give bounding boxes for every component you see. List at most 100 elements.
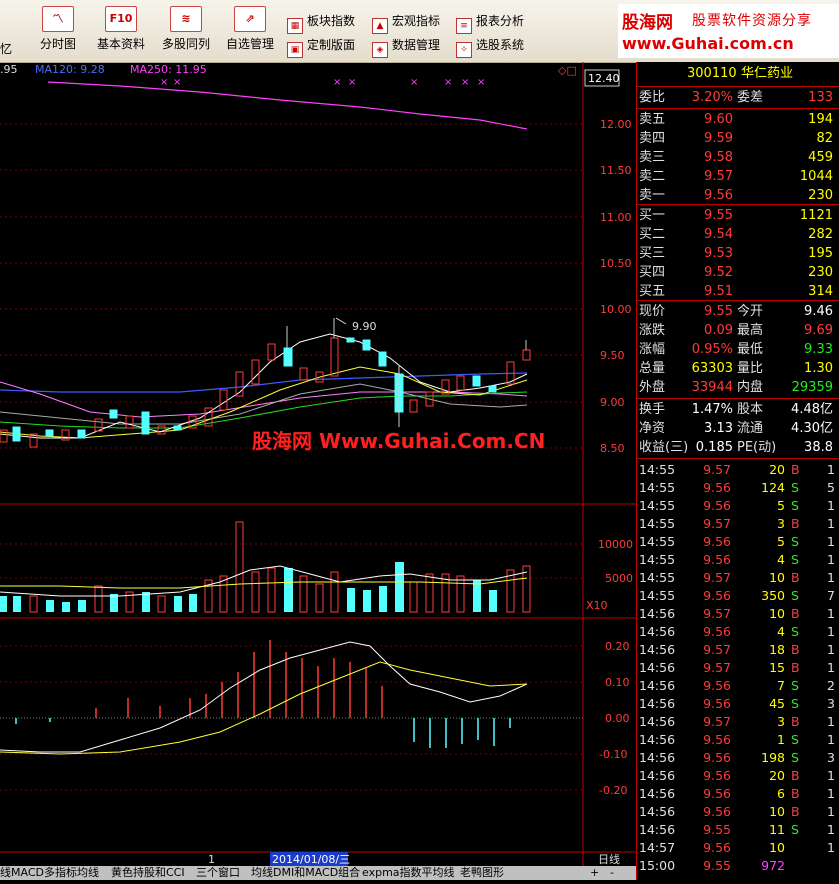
svg-text:×: ×: [461, 77, 469, 88]
tick-price: 9.56: [703, 804, 731, 819]
price-tick: 12.40: [588, 72, 620, 85]
stat-value: 1.30: [804, 361, 833, 376]
tick-count: 3: [827, 696, 835, 711]
svg-text:×: ×: [410, 77, 418, 88]
tick-price: 9.57: [703, 606, 731, 621]
high-pointer: [335, 317, 347, 325]
macro-button[interactable]: ▲ 宏观指标: [372, 12, 440, 34]
tick-row: 14:55 9.56 4 S 1: [637, 551, 839, 569]
basic-info-label: 基本资料: [96, 37, 145, 51]
tick-volume: 5: [777, 498, 785, 513]
tab-expma[interactable]: expma指数平均线: [362, 866, 455, 880]
kline-chart-area[interactable]: 12.40 12.00 11.50 11.00 10.50 10.00 9.50…: [0, 62, 636, 880]
svg-text:×: ×: [160, 77, 168, 88]
bid-price: 9.55: [704, 208, 733, 223]
tick-row: 14:55 9.56 350 S 7: [637, 587, 839, 605]
tick-count: 1: [827, 804, 835, 819]
stat-value: 63303: [691, 361, 733, 376]
site-logo: 股海网 股票软件资源分享 www.Guhai.com.cn: [618, 4, 839, 58]
tick-count: 1: [827, 786, 835, 801]
basic-info-button[interactable]: F10 基本资料: [90, 6, 152, 52]
volume-tick: 10000: [598, 538, 633, 551]
tick-row: 14:55 9.56 5 S 1: [637, 497, 839, 515]
period-label[interactable]: 日线: [598, 852, 620, 866]
tick-price: 9.57: [703, 462, 731, 477]
price-tick: 11.50: [600, 164, 632, 177]
tab-dmi-macd[interactable]: 均线DMI和MACD组合: [251, 866, 360, 880]
tick-time: 14:55: [639, 498, 676, 513]
macd-histogram: [15, 640, 511, 748]
stock-name: 华仁药业: [741, 66, 794, 81]
indicator-tab-bar: 线MACD 多指标均线 黄色持股和CCI 三个窗口 均线DMI和MACD组合 e…: [0, 866, 636, 880]
multi-stock-button[interactable]: ≋ 多股同列: [155, 6, 217, 52]
weibi-label: 委比: [639, 90, 666, 105]
data-manage-button[interactable]: ◈ 数据管理: [372, 36, 440, 58]
tick-time: 14:55: [639, 534, 676, 549]
ask-volume: 459: [808, 150, 833, 165]
bid-volume: 1121: [799, 208, 833, 223]
tick-price: 9.56: [703, 786, 731, 801]
site-watermark: 股海网 Www.Guhai.Com.CN: [252, 429, 545, 453]
stock-code: 300110: [687, 66, 737, 81]
watchlist-icon: ⇗: [234, 6, 266, 32]
fund-label: 净资: [639, 421, 666, 436]
watchlist-label: 自选管理: [225, 37, 274, 51]
quote-stat-row: 涨跌 0.09 最高 9.69: [637, 321, 839, 340]
ma-header-cut: .95: [0, 63, 18, 76]
screener-button[interactable]: ✧ 选股系统: [456, 36, 524, 58]
tick-side: B: [791, 570, 800, 585]
macd-gridlines: [0, 645, 583, 791]
ask-label: 卖一: [639, 188, 666, 203]
stat-value: 29359: [791, 380, 833, 395]
logo-title: 股海网: [622, 13, 673, 33]
tick-price: 9.56: [703, 498, 731, 513]
tick-count: 1: [827, 768, 835, 783]
ask-price: 9.56: [704, 188, 733, 203]
intraday-button[interactable]: 〽 分时图: [27, 6, 89, 52]
tick-side: S: [791, 480, 799, 495]
tick-count: 1: [827, 516, 835, 531]
tick-side: B: [791, 516, 800, 531]
tick-row: 14:55 9.56 5 S 1: [637, 533, 839, 551]
tab-old-duck[interactable]: 老鸭图形: [460, 866, 504, 880]
tick-side: S: [791, 552, 799, 567]
tab-macd[interactable]: 线MACD: [0, 866, 44, 880]
report-button[interactable]: ≡ 报表分析: [456, 12, 524, 34]
volume-unit-label: X10: [586, 599, 608, 612]
stat-label: 现价: [639, 304, 666, 319]
tab-cci[interactable]: 黄色持股和CCI: [111, 866, 185, 880]
cut-toolbar-label: 忆: [0, 42, 13, 56]
tick-row: 14:56 9.56 7 S 2: [637, 677, 839, 695]
tick-price: 9.56: [703, 480, 731, 495]
tick-row: 14:55 9.57 3 B 1: [637, 515, 839, 533]
weicha-value: 133: [808, 90, 833, 105]
tick-count: 1: [827, 822, 835, 837]
zoom-in-button[interactable]: +: [590, 866, 599, 880]
tick-price: 9.56: [703, 768, 731, 783]
macd-tick: -0.10: [599, 748, 627, 761]
tick-count: 1: [827, 462, 835, 477]
price-tick: 11.00: [600, 211, 632, 224]
tick-side: S: [791, 750, 799, 765]
layout-button[interactable]: ▣ 定制版面: [287, 36, 355, 58]
event-markers: × × × × × × × ×: [160, 77, 485, 88]
sector-index-button[interactable]: ▦ 板块指数: [287, 12, 355, 34]
ask-volume: 230: [808, 188, 833, 203]
tick-count: 1: [827, 534, 835, 549]
ma120-line: [0, 372, 528, 393]
price-tick: 10.00: [600, 303, 632, 316]
watchlist-button[interactable]: ⇗ 自选管理: [219, 6, 281, 52]
price-tick: 9.50: [600, 349, 625, 362]
ask-row: 卖二 9.57 1044: [637, 167, 839, 186]
tick-row: 15:00 9.55 972: [637, 857, 839, 875]
tab-three-windows[interactable]: 三个窗口: [196, 866, 240, 880]
kline-chart[interactable]: 12.40 12.00 11.50 11.00 10.50 10.00 9.50…: [0, 62, 636, 880]
tick-price: 9.57: [703, 516, 731, 531]
tab-multi-ma[interactable]: 多指标均线: [44, 866, 99, 880]
ask-row: 卖三 9.58 459: [637, 148, 839, 167]
ma10-line: [0, 366, 528, 439]
zoom-out-button[interactable]: -: [610, 866, 614, 880]
tick-side: B: [791, 606, 800, 621]
tick-row: 14:56 9.57 3 B 1: [637, 713, 839, 731]
tick-side: B: [791, 660, 800, 675]
